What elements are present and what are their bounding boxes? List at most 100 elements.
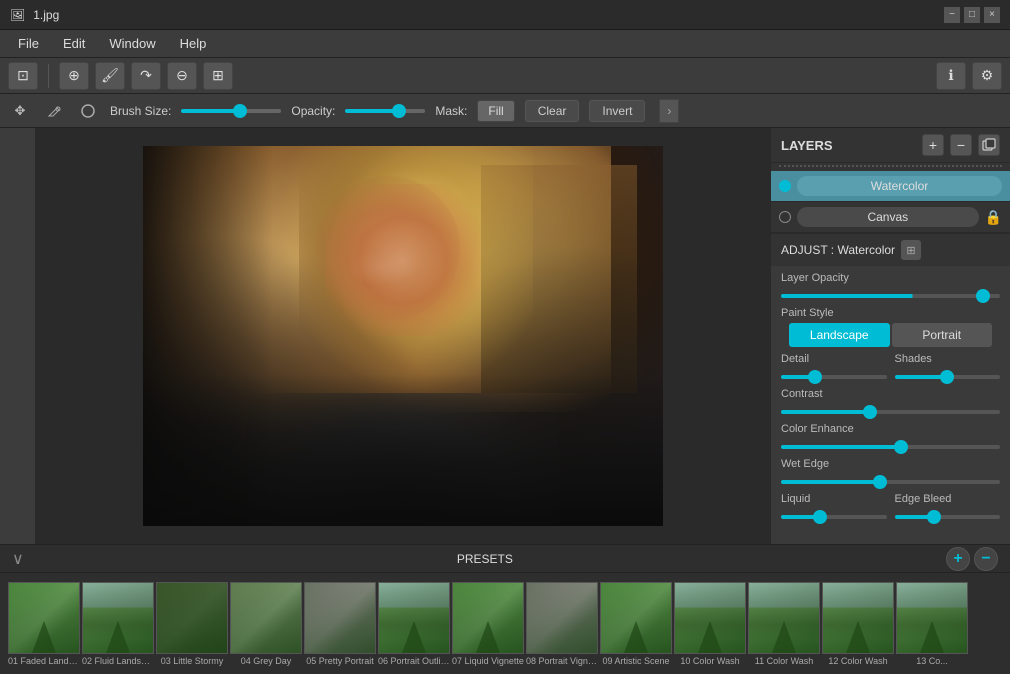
preset-add-button[interactable]: + (946, 547, 970, 571)
preset-item[interactable]: 08 Portrait Vignette (526, 582, 598, 666)
titlebar-controls: − □ × (944, 7, 1000, 23)
add-layer-button[interactable]: + (922, 134, 944, 156)
crop-tool-button[interactable]: ⊡ (8, 62, 38, 90)
adjust-title: ADJUST : Watercolor (781, 243, 895, 257)
preset-item[interactable]: 10 Color Wash (674, 582, 746, 666)
clear-button[interactable]: Clear (525, 100, 580, 122)
preset-label: 02 Fluid Landscape (82, 656, 154, 666)
brush-tool-button[interactable]: 🖌 (95, 62, 125, 90)
contrast-slider[interactable] (781, 410, 1000, 414)
options-expand-arrow[interactable]: › (659, 99, 679, 123)
preset-thumbnail (600, 582, 672, 654)
preset-item[interactable]: 06 Portrait Outline (378, 582, 450, 666)
zoom-out-button[interactable]: ⊖ (167, 62, 197, 90)
eyedropper-icon[interactable] (42, 99, 66, 123)
preset-label: 13 Co... (896, 656, 968, 666)
detail-slider[interactable] (781, 375, 887, 379)
opacity-label: Opacity: (291, 104, 335, 118)
preset-thumbnail (156, 582, 228, 654)
smile-highlight (351, 252, 413, 282)
preset-thumbnail (452, 582, 524, 654)
preset-item[interactable]: 01 Faded Landscape (8, 582, 80, 666)
color-enhance-row: Color Enhance (781, 423, 1000, 452)
info-button[interactable]: ℹ (936, 62, 966, 90)
wet-edge-slider[interactable] (781, 480, 1000, 484)
liquid-slider[interactable] (781, 515, 887, 519)
remove-layer-button[interactable]: − (950, 134, 972, 156)
brush-size-slider[interactable] (181, 109, 281, 113)
preset-item[interactable]: 02 Fluid Landscape (82, 582, 154, 666)
preset-item[interactable]: 04 Grey Day (230, 582, 302, 666)
portrait-style-button[interactable]: Portrait (892, 323, 993, 347)
layer-watercolor[interactable]: Watercolor (771, 171, 1010, 202)
preset-item[interactable]: 09 Artistic Scene (600, 582, 672, 666)
preset-item[interactable]: 12 Color Wash (822, 582, 894, 666)
move-tool-icon[interactable]: ✥ (8, 99, 32, 123)
contrast-row: Contrast (781, 388, 1000, 417)
preset-thumbnail (230, 582, 302, 654)
zoom-in-button[interactable]: ⊕ (59, 62, 89, 90)
titlebar-left: 🖼 1.jpg (10, 8, 59, 22)
color-enhance-label: Color Enhance (781, 423, 1000, 435)
edge-bleed-slider[interactable] (895, 515, 1001, 519)
landscape-style-button[interactable]: Landscape (789, 323, 890, 347)
layer-opacity-row: Layer Opacity (781, 272, 1000, 301)
preset-label: 08 Portrait Vignette (526, 656, 598, 666)
restore-button[interactable]: □ (964, 7, 980, 23)
menu-window[interactable]: Window (99, 33, 165, 54)
presets-list: 01 Faded Landscape02 Fluid Landscape03 L… (0, 573, 1010, 674)
preset-label: 03 Little Stormy (156, 656, 228, 666)
preset-thumbnail (82, 582, 154, 654)
preset-item[interactable]: 05 Pretty Portrait (304, 582, 376, 666)
preset-item[interactable]: 07 Liquid Vignette (452, 582, 524, 666)
main-toolbar: ⊡ ⊕ 🖌 ↷ ⊖ ⊞ ℹ ⚙ (0, 58, 1010, 94)
preset-item[interactable]: 11 Color Wash (748, 582, 820, 666)
preset-remove-button[interactable]: − (974, 547, 998, 571)
duplicate-layer-button[interactable] (978, 134, 1000, 156)
layers-header: LAYERS + − (771, 128, 1010, 163)
liquid-label: Liquid (781, 493, 887, 505)
redo-button[interactable]: ↷ (131, 62, 161, 90)
detail-shades-row: Detail Shades (781, 353, 1000, 382)
close-button[interactable]: × (984, 7, 1000, 23)
preset-thumbnail (674, 582, 746, 654)
preset-thumbnail (8, 582, 80, 654)
bottom-area: ∨ PRESETS + − 01 Faded Landscape02 Fluid… (0, 544, 1010, 674)
shades-slider[interactable] (895, 375, 1001, 379)
preset-item[interactable]: 03 Little Stormy (156, 582, 228, 666)
presets-title: PRESETS (457, 552, 513, 566)
mask-fill-button[interactable]: Fill (477, 100, 514, 122)
adjust-options-icon[interactable]: ⊞ (901, 240, 921, 260)
preset-label: 04 Grey Day (230, 656, 302, 666)
frame-button[interactable]: ⊞ (203, 62, 233, 90)
presets-header: ∨ PRESETS + − (0, 545, 1010, 573)
adjust-section: Layer Opacity Paint Style Landscape Port… (771, 266, 1010, 544)
settings-button[interactable]: ⚙ (972, 62, 1002, 90)
paint-style-row: Paint Style Landscape Portrait (781, 307, 1000, 347)
opacity-slider[interactable] (345, 109, 425, 113)
erase-icon[interactable] (76, 99, 100, 123)
invert-button[interactable]: Invert (589, 100, 645, 122)
preset-label: 06 Portrait Outline (378, 656, 450, 666)
layer-name-watercolor: Watercolor (797, 176, 1002, 196)
presets-collapse-icon[interactable]: ∨ (12, 549, 24, 569)
layer-opacity-slider[interactable] (781, 294, 1000, 298)
minimize-button[interactable]: − (944, 7, 960, 23)
preset-item[interactable]: 13 Co... (896, 582, 968, 666)
color-enhance-slider[interactable] (781, 445, 1000, 449)
layer-dot-watercolor (779, 180, 791, 192)
menu-file[interactable]: File (8, 33, 49, 54)
layers-title: LAYERS (781, 138, 916, 153)
canvas-area[interactable] (36, 128, 770, 544)
shades-col: Shades (895, 353, 1001, 382)
menu-help[interactable]: Help (170, 33, 217, 54)
left-toolbar (0, 128, 36, 544)
canvas-image (143, 146, 663, 526)
options-bar: ✥ Brush Size: Opacity: Mask: Fill Clear … (0, 94, 1010, 128)
menu-edit[interactable]: Edit (53, 33, 95, 54)
preset-label: 07 Liquid Vignette (452, 656, 524, 666)
layer-canvas[interactable]: Canvas 🔒 (771, 202, 1010, 233)
titlebar-title: 1.jpg (33, 8, 59, 22)
layer-dotted-separator (779, 165, 1002, 169)
toolbar-separator-1 (48, 64, 49, 88)
